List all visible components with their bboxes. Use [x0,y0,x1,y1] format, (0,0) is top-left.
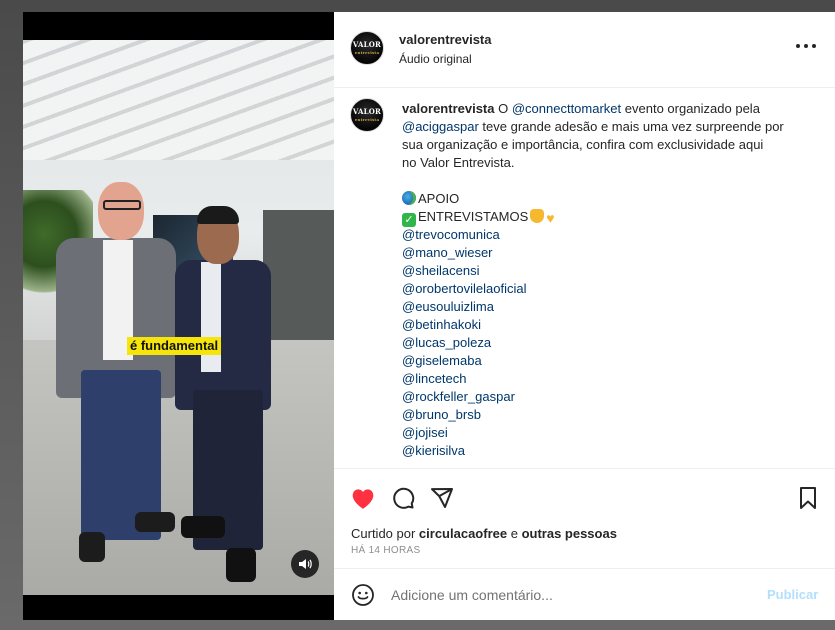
liked-by-others[interactable]: outras pessoas [522,526,617,541]
mention-link[interactable]: @mano_wieser [402,244,817,262]
mention-link[interactable]: @jojisei [402,424,817,442]
avatar-logo-text: VALOR [352,106,382,116]
caption-line: ✓ ENTREVISTAMOS ♥ [402,208,817,227]
avatar-logo-subtext: entrevista [354,116,380,122]
emoji-button[interactable] [351,583,375,607]
mention-link[interactable]: @lincetech [402,370,817,388]
mention-link[interactable]: @rockfeller_gaspar [402,388,817,406]
post-side-panel: VALOR entrevista valorentrevista Áudio o… [334,12,835,620]
mention-link[interactable]: @orobertovilelaoficial [402,280,817,298]
caption-text: teve grande adesão e mais uma vez surpre… [478,119,784,134]
caption-line: sua organização e importância, confira c… [402,137,764,152]
mention-link[interactable]: @aciggaspar [402,119,479,134]
liked-by: Curtido por circulacaofree e outras pess… [351,526,617,541]
person-right-shoe [226,548,256,582]
video-caption: é fundamental [127,337,222,355]
caption-line: no Valor Entrevista. [402,155,515,170]
caption-text: O [494,101,512,116]
tag-list: @trevocomunica @mano_wieser @sheilacensi @o… [402,226,817,460]
caption-area: VALOR entrevista valorentrevista O @conn… [334,88,835,468]
bookmark-icon [800,487,816,509]
mention-link[interactable]: @giselemaba [402,352,817,370]
mention-link[interactable]: @lucas_poleza [402,334,817,352]
dot-icon [804,44,808,48]
video-roof [23,40,334,160]
liked-by-mid: e [507,526,522,541]
liked-by-user[interactable]: circulacaofree [419,526,507,541]
avatar-logo-text: VALOR [352,39,382,49]
post-media[interactable]: é fundamental [23,12,334,620]
more-options-button[interactable] [796,39,816,53]
comment-button[interactable] [390,485,416,511]
smiley-icon [352,584,374,606]
caption-line: APOIO [402,190,817,208]
caption-entrevistamos: ENTREVISTAMOS [418,209,529,224]
caption-text: evento organizado pela [621,101,760,116]
globe-emoji-icon [402,191,416,205]
send-icon [431,488,453,508]
check-emoji-icon: ✓ [402,213,416,227]
avatar-logo-subtext: entrevista [354,49,380,55]
yellow-heart-emoji-icon: ♥ [546,210,555,226]
avatar[interactable]: VALOR entrevista [350,31,384,65]
mention-link[interactable]: @eusouluizlima [402,298,817,316]
mention-link[interactable]: @betinhakoki [402,316,817,334]
mention-link[interactable]: @bruno_brsb [402,406,817,424]
post-header: VALOR entrevista valorentrevista Áudio o… [334,12,835,88]
post-actions: Curtido por circulacaofree e outras pess… [334,468,835,579]
like-button[interactable] [350,485,376,511]
person-right-hair [197,206,239,224]
post-caption: valorentrevista O @connecttomarket event… [402,100,817,460]
comment-bar: Publicar [334,568,835,621]
comment-icon [393,487,415,509]
caption-apoio: APOIO [418,191,460,206]
mention-link[interactable]: @sheilacensi [402,262,817,280]
mention-link[interactable]: @connecttomarket [512,101,621,116]
heart-icon [352,489,374,509]
post-username[interactable]: valorentrevista [399,32,492,47]
post-timestamp[interactable]: HÁ 14 HORAS [351,545,420,556]
person-right-body [175,260,271,410]
audio-toggle-button[interactable] [291,550,319,578]
dot-icon [812,44,816,48]
comment-input[interactable] [391,583,751,607]
person-left-shoe [135,512,175,532]
avatar[interactable]: VALOR entrevista [350,98,384,132]
liked-by-prefix: Curtido por [351,526,419,541]
person-right-shoe [181,516,225,538]
person-left-head [98,182,144,240]
publish-button[interactable]: Publicar [767,587,818,602]
save-button[interactable] [795,485,821,511]
avatar-logo: VALOR entrevista [353,41,381,56]
avatar-logo: VALOR entrevista [353,108,381,123]
person-right-shirt [201,262,221,372]
speaker-icon [299,559,312,569]
pointing-down-emoji-icon [530,209,545,223]
caption-line: valorentrevista O @connecttomarket event… [402,100,817,118]
mention-link[interactable]: @trevocomunica [402,226,817,244]
dot-icon [796,44,800,48]
person-left-shoe [79,532,105,562]
post-audio-link[interactable]: Áudio original [399,52,472,66]
share-button[interactable] [429,485,455,511]
person-left-glasses [103,200,141,210]
mention-link[interactable]: @kierisilva [402,442,817,460]
caption-line: @aciggaspar teve grande adesão e mais um… [402,118,817,136]
caption-username[interactable]: valorentrevista [402,101,495,116]
video-frame: é fundamental [23,40,334,595]
